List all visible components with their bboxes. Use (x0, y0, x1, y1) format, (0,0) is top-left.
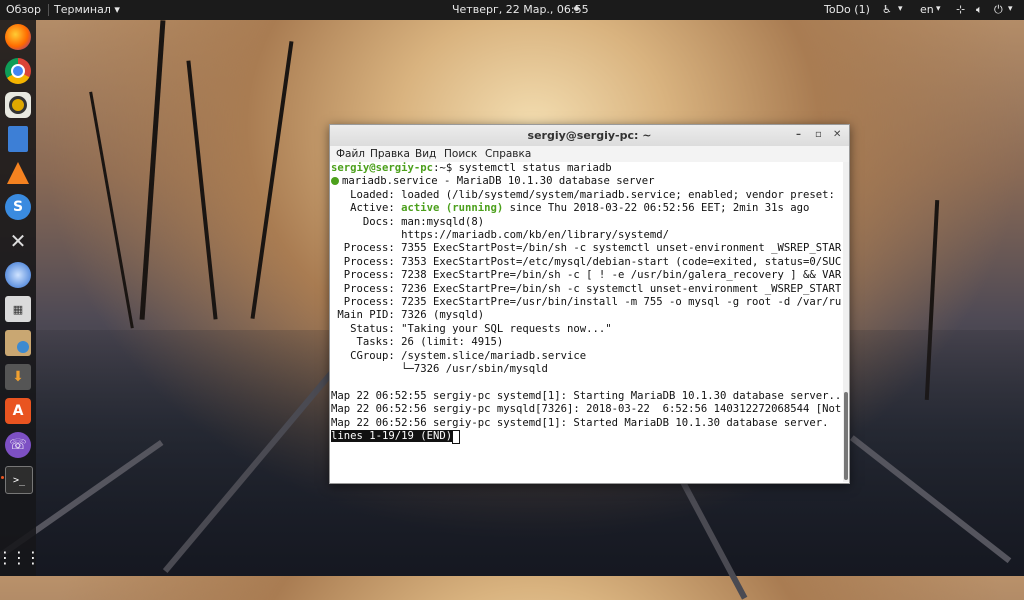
running-indicator (1, 476, 4, 479)
app-center-icon[interactable]: A (5, 398, 31, 424)
tree-trunk (250, 41, 294, 319)
tree-trunk (186, 60, 218, 320)
app-menu-terminal[interactable]: Терминал ▾ (54, 3, 120, 16)
volume-icon[interactable]: 🔈︎ (976, 3, 983, 17)
docs-line: Docs: man:mysqld(8) (331, 215, 485, 228)
rhythmbox-icon[interactable] (5, 92, 31, 118)
text-editor-icon[interactable] (8, 126, 28, 152)
menu-view[interactable]: Вид (415, 148, 436, 160)
active-since: since Thu 2018-03-22 06:52:56 EET; 2min … (503, 202, 810, 215)
main-pid-line: Main PID: 7326 (mysqld) (331, 309, 485, 322)
log-line: Мар 22 06:52:56 sergiy-pc systemd[1]: St… (331, 416, 829, 429)
scrollbar-thumb[interactable] (844, 392, 848, 480)
process-line: Process: 7238 ExecStartPre=/bin/sh -c [ … (331, 269, 841, 282)
menu-search[interactable]: Поиск (444, 148, 477, 160)
tasks-line: Tasks: 26 (limit: 4915) (331, 336, 504, 349)
log-line: Мар 22 06:52:56 sergiy-pc mysqld[7326]: … (331, 403, 841, 416)
pager-status: lines 1-19/19 (END) (331, 430, 453, 442)
log-line: Мар 22 06:52:55 sergiy-pc systemd[1]: St… (331, 389, 841, 402)
viber-icon[interactable]: ☏ (5, 432, 31, 458)
active-line: Active: active (running) since Thu 2018-… (331, 202, 809, 215)
activities-button[interactable]: Обзор (6, 3, 41, 16)
window-titlebar[interactable]: sergiy@sergiy-pc: ~ – ▫ ✕ (330, 125, 849, 147)
power-icon[interactable]: ⏻ (994, 3, 1003, 17)
menu-help[interactable]: Справка (485, 148, 531, 160)
service-name: mariadb.service - MariaDB 10.1.30 databa… (342, 175, 655, 188)
command: systemctl status mariadb (458, 162, 612, 174)
keyboard-layout[interactable]: en (920, 3, 934, 16)
tree-trunk (89, 91, 134, 329)
service-line: mariadb.service - MariaDB 10.1.30 databa… (331, 175, 655, 188)
cursor (452, 430, 461, 444)
installer-icon[interactable]: ⬇ (5, 364, 31, 390)
prompt-path: :~$ (433, 162, 459, 174)
minimize-icon[interactable]: – (796, 129, 801, 140)
status-dot-icon (331, 177, 339, 186)
scrollbar[interactable] (843, 162, 849, 482)
active-status: active (running) (401, 202, 504, 215)
terminal-window: sergiy@sergiy-pc: ~ – ▫ ✕ Файл Правка Ви… (329, 124, 850, 484)
loaded-line: Loaded: loaded (/lib/systemd/system/mari… (331, 188, 835, 201)
chevron-down-icon: ▾ (1008, 4, 1013, 14)
todo-indicator[interactable]: ToDo (1) (824, 3, 870, 16)
menu-file[interactable]: Файл (336, 148, 365, 160)
divider (48, 4, 49, 16)
maximize-icon[interactable]: ▫ (815, 129, 822, 140)
vlc-icon[interactable] (5, 160, 31, 186)
process-line: Process: 7236 ExecStartPre=/bin/sh -c sy… (331, 282, 841, 295)
window-title: sergiy@sergiy-pc: ~ (527, 129, 652, 142)
calculator-icon[interactable]: ▦ (5, 296, 31, 322)
thunderbird-icon[interactable] (5, 262, 31, 288)
process-line: Process: 7353 ExecStartPost=/etc/mysql/d… (331, 255, 841, 268)
cgroup-line: CGroup: /system.slice/mariadb.service (331, 349, 587, 362)
chevron-down-icon: ▾ (936, 4, 941, 14)
firefox-icon[interactable] (5, 24, 31, 50)
cgroup-child-line: └─7326 /usr/sbin/mysqld (331, 363, 548, 375)
prompt-user: sergiy@sergiy-pc (331, 162, 434, 174)
file-manager-icon[interactable] (5, 330, 31, 356)
pager-line: lines 1-19/19 (END) (331, 430, 461, 444)
prompt-line: sergiy@sergiy-pc:~$ systemctl status mar… (331, 162, 612, 175)
docs-line: https://mariadb.com/kb/en/library/system… (331, 229, 670, 241)
close-icon[interactable]: ✕ (833, 129, 841, 140)
active-label: Active: (331, 202, 402, 215)
dock: S ✕ ▦ ⬇ A ☏ >_ ⋮⋮⋮ (0, 20, 41, 576)
top-panel: Обзор Терминал ▾ Четверг, 22 Мар., 06:55… (0, 0, 1024, 20)
terminal-output[interactable]: sergiy@sergiy-pc:~$ systemctl status mar… (330, 162, 841, 482)
chevron-down-icon: ▾ (898, 4, 903, 14)
menu-bar: Файл Правка Вид Поиск Справка (330, 146, 849, 162)
status-line: Status: "Taking your SQL requests now...… (331, 322, 612, 335)
tree-trunk (139, 20, 166, 320)
accessibility-icon[interactable]: ♿ (882, 3, 892, 16)
notification-dot-icon (574, 6, 579, 11)
network-icon[interactable]: ⊹ (956, 3, 965, 16)
tools-icon[interactable]: ✕ (5, 228, 31, 254)
simplenote-icon[interactable]: S (5, 194, 31, 220)
menu-edit[interactable]: Правка (370, 148, 410, 160)
show-apps-icon[interactable]: ⋮⋮⋮ (0, 544, 41, 570)
process-line: Process: 7355 ExecStartPost=/bin/sh -c s… (331, 242, 841, 255)
process-line: Process: 7235 ExecStartPre=/usr/bin/inst… (331, 296, 841, 308)
chrome-icon[interactable] (5, 58, 31, 84)
clock[interactable]: Четверг, 22 Мар., 06:55 (452, 3, 589, 16)
terminal-icon[interactable]: >_ (5, 466, 33, 494)
